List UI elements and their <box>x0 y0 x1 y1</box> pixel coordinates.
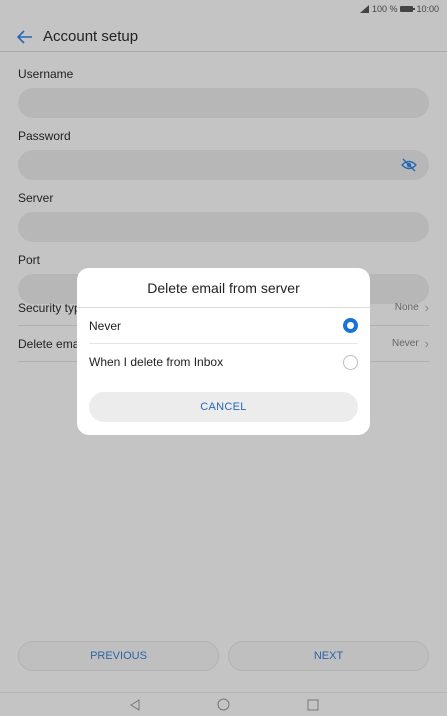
delete-email-value: Never <box>391 338 419 349</box>
triangle-back-icon <box>129 698 139 711</box>
square-recents-icon <box>307 699 318 710</box>
security-type-value: None <box>394 302 419 313</box>
nav-back-button[interactable] <box>128 698 142 712</box>
option-label: Never <box>89 318 122 333</box>
option-when-delete-inbox[interactable]: When I delete from Inbox <box>89 344 358 380</box>
clock: 10:00 <box>416 4 439 14</box>
password-label: Password <box>18 129 71 143</box>
previous-button[interactable]: PREVIOUS <box>18 641 219 671</box>
port-label: Port <box>18 253 41 267</box>
password-input[interactable] <box>18 150 429 180</box>
arrow-left-icon <box>17 29 32 44</box>
page-title: Account setup <box>43 28 139 45</box>
delete-email-dialog: Delete email from server Never When I de… <box>77 268 370 435</box>
delete-email-label: Delete emai <box>18 336 83 351</box>
status-bar: 100 % 10:00 <box>0 0 447 18</box>
back-button[interactable] <box>10 22 40 52</box>
security-type-label: Security typ <box>18 300 81 315</box>
chevron-right-icon: › <box>424 336 429 351</box>
dialog-title: Delete email from server <box>77 268 370 308</box>
nav-home-button[interactable] <box>217 698 231 712</box>
eye-off-icon[interactable] <box>401 158 417 172</box>
radio-selected[interactable] <box>343 318 358 333</box>
security-type-value-group: None › <box>395 300 429 315</box>
option-label: When I delete from Inbox <box>89 355 224 369</box>
system-nav-bar <box>0 692 447 716</box>
chevron-right-icon: › <box>424 300 429 315</box>
option-never[interactable]: Never <box>89 308 358 344</box>
circle-home-icon <box>217 698 230 711</box>
battery-icon <box>400 6 416 12</box>
server-label: Server <box>18 191 54 205</box>
battery-percent: 100 % <box>371 4 398 14</box>
app-bar: Account setup <box>0 22 447 52</box>
username-label: Username <box>18 67 74 81</box>
nav-recents-button[interactable] <box>306 698 320 712</box>
server-input[interactable] <box>18 212 429 242</box>
delete-email-value-group: Never › <box>392 336 429 351</box>
account-form: Username Password Server Port <box>18 56 429 304</box>
radio-unselected[interactable] <box>343 354 358 370</box>
username-input[interactable] <box>18 88 429 118</box>
cancel-button[interactable]: CANCEL <box>89 392 358 422</box>
next-button[interactable]: NEXT <box>228 641 429 671</box>
signal-icon <box>359 5 369 13</box>
